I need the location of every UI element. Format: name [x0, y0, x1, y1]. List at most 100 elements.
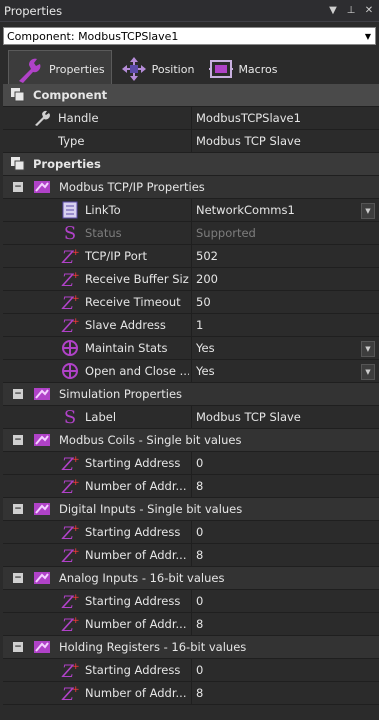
prop-value[interactable]: Yes [196, 341, 215, 355]
prop-row-label[interactable]: S Label Modbus TCP Slave [3, 406, 379, 429]
component-select[interactable]: Component: ModbusTCPSlave1 ▼ [3, 27, 376, 45]
dropdown-icon[interactable]: ▼ [327, 5, 339, 16]
prop-row-type[interactable]: Type Modbus TCP Slave [3, 130, 379, 153]
prop-value[interactable]: NetworkComms1 [196, 203, 295, 217]
prop-row-digital-start[interactable]: Z + Starting Address 0 [3, 521, 379, 544]
category-component[interactable]: Component [3, 84, 379, 107]
category-properties-label: Properties [33, 157, 101, 171]
prop-row-linkto[interactable]: LinkTo NetworkComms1 ▼ [3, 199, 379, 222]
chevron-down-icon[interactable]: ▼ [361, 364, 375, 380]
collapse-icon[interactable]: − [13, 435, 23, 445]
prop-row-analog-count[interactable]: Z + Number of Addr... 8 [3, 613, 379, 636]
group-simulation[interactable]: − Simulation Properties [3, 383, 379, 406]
prop-value[interactable]: 8 [196, 617, 203, 631]
prop-label: Open and Close ... [85, 364, 189, 378]
category-properties[interactable]: Properties [3, 153, 379, 176]
boolean-icon [61, 339, 79, 357]
prop-row-handle[interactable]: Handle ModbusTCPSlave1 [3, 107, 379, 130]
collapse-icon[interactable]: − [13, 504, 23, 514]
group-modbus-coils[interactable]: − Modbus Coils - Single bit values [3, 429, 379, 452]
prop-label: Label [85, 410, 117, 424]
prop-value[interactable]: 0 [196, 525, 203, 539]
prop-value[interactable]: 8 [196, 479, 203, 493]
prop-row-status: S Status Supported [3, 222, 379, 245]
integer-icon: Z + [61, 316, 79, 334]
wrench-icon [33, 109, 51, 127]
prop-value[interactable]: 0 [196, 456, 203, 470]
integer-icon: Z + [61, 661, 79, 679]
list-icon [61, 201, 79, 219]
prop-label: Number of Addr... [85, 548, 187, 562]
property-group-icon [33, 500, 51, 518]
prop-label: Type [58, 134, 85, 148]
property-group-icon [33, 569, 51, 587]
svg-text:+: + [72, 271, 79, 281]
tab-macros-label: Macros [238, 62, 278, 76]
prop-row-coils-start[interactable]: Z + Starting Address 0 [3, 452, 379, 475]
prop-row-receive-timeout[interactable]: Z + Receive Timeout 50 [3, 291, 379, 314]
prop-row-slave-address[interactable]: Z + Slave Address 1 [3, 314, 379, 337]
svg-text:+: + [72, 317, 79, 327]
svg-text:+: + [72, 248, 79, 258]
panel-title: Properties [4, 3, 63, 18]
property-grid: Component Handle ModbusTCPSlave1 Type Mo… [3, 84, 379, 705]
tab-properties[interactable]: Properties [8, 50, 112, 88]
group-holding-registers[interactable]: − Holding Registers - 16-bit values [3, 636, 379, 659]
prop-value[interactable]: 50 [196, 295, 211, 309]
integer-icon: Z + [61, 615, 79, 633]
chevron-down-icon[interactable]: ▼ [361, 32, 375, 41]
pin-icon[interactable]: ⊥ [345, 5, 357, 16]
prop-row-holding-count[interactable]: Z + Number of Addr... 8 [3, 682, 379, 705]
prop-row-open-close[interactable]: Open and Close ... Yes ▼ [3, 360, 379, 383]
svg-text:+: + [72, 662, 79, 672]
prop-row-tcpip-port[interactable]: Z + TCP/IP Port 502 [3, 245, 379, 268]
collapse-icon[interactable]: − [13, 642, 23, 652]
svg-text:+: + [72, 455, 79, 465]
category-component-label: Component [33, 88, 108, 102]
prop-label: Handle [58, 111, 99, 125]
prop-value: ModbusTCPSlave1 [196, 111, 301, 125]
prop-value[interactable]: 0 [196, 663, 203, 677]
tab-properties-label: Properties [49, 63, 105, 76]
prop-label: Number of Addr... [85, 617, 187, 631]
prop-value: Supported [196, 226, 256, 240]
prop-value[interactable]: 8 [196, 548, 203, 562]
svg-text:+: + [72, 294, 79, 304]
prop-row-holding-start[interactable]: Z + Starting Address 0 [3, 659, 379, 682]
svg-text:+: + [72, 616, 79, 626]
prop-value[interactable]: 8 [196, 686, 203, 700]
wrench-icon [19, 58, 41, 83]
collapse-icon[interactable]: − [13, 182, 23, 192]
integer-icon: Z + [61, 477, 79, 495]
prop-row-receive-buffer[interactable]: Z + Receive Buffer Size 200 [3, 268, 379, 291]
prop-label: Maintain Stats [85, 341, 168, 355]
prop-value[interactable]: 1 [196, 318, 203, 332]
prop-value[interactable]: 0 [196, 594, 203, 608]
chevron-down-icon[interactable]: ▼ [361, 203, 375, 219]
prop-row-maintain-stats[interactable]: Maintain Stats Yes ▼ [3, 337, 379, 360]
prop-row-digital-count[interactable]: Z + Number of Addr... 8 [3, 544, 379, 567]
group-label: Modbus TCP/IP Properties [59, 180, 205, 194]
group-digital-inputs[interactable]: − Digital Inputs - Single bit values [3, 498, 379, 521]
prop-value[interactable]: Modbus TCP Slave [196, 410, 301, 424]
chevron-down-icon[interactable]: ▼ [361, 341, 375, 357]
svg-text:+: + [72, 593, 79, 603]
collapse-icon[interactable]: − [13, 389, 23, 399]
prop-value[interactable]: 502 [196, 249, 218, 263]
prop-value: Modbus TCP Slave [196, 134, 301, 148]
integer-icon: Z + [61, 684, 79, 702]
integer-icon: Z + [61, 247, 79, 265]
prop-label: Receive Buffer Size [85, 272, 189, 286]
tab-macros[interactable]: Macros [202, 50, 283, 88]
property-group-icon [33, 178, 51, 196]
close-icon[interactable]: ✕ [363, 5, 375, 16]
group-analog-inputs[interactable]: − Analog Inputs - 16-bit values [3, 567, 379, 590]
collapse-icon[interactable]: − [13, 573, 23, 583]
tab-position[interactable]: Position [114, 50, 201, 88]
prop-row-analog-start[interactable]: Z + Starting Address 0 [3, 590, 379, 613]
prop-row-coils-count[interactable]: Z + Number of Addr... 8 [3, 475, 379, 498]
group-label: Modbus Coils - Single bit values [59, 433, 242, 447]
group-modbus-tcpip[interactable]: − Modbus TCP/IP Properties [3, 176, 379, 199]
prop-value[interactable]: 200 [196, 272, 218, 286]
prop-value[interactable]: Yes [196, 364, 215, 378]
